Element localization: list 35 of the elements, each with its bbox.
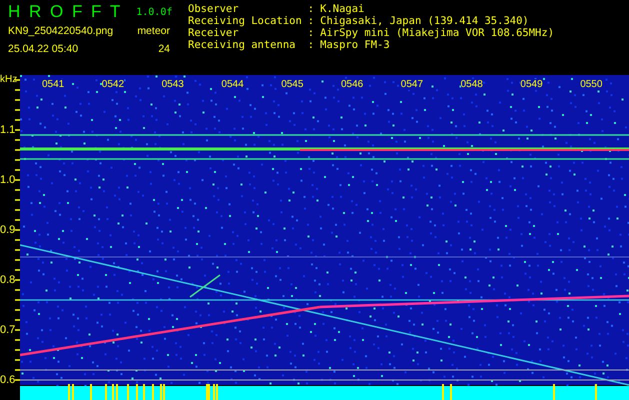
info-separator: : bbox=[308, 27, 314, 39]
info-label: Observer bbox=[188, 3, 240, 15]
datetime-label: 25.04.22 05:40 bbox=[8, 43, 80, 55]
time-label: 0546 bbox=[341, 79, 364, 90]
time-label: 0548 bbox=[460, 79, 483, 90]
y-axis-label: 1.1 bbox=[0, 124, 16, 136]
info-separator: : bbox=[308, 3, 314, 15]
time-label: 0550 bbox=[580, 79, 602, 90]
info-label: Receiving Location bbox=[188, 15, 302, 27]
filename-label: KN9_2504220540.png bbox=[8, 25, 114, 37]
time-label: 0543 bbox=[162, 79, 184, 90]
info-value: AirSpy mini (Miakejima VOR 108.65MHz) bbox=[320, 27, 554, 39]
y-axis-label: 0.6 bbox=[0, 374, 16, 386]
time-label: 0542 bbox=[102, 79, 124, 90]
time-label: 0547 bbox=[400, 79, 424, 90]
version-label: 1.0.0f bbox=[136, 6, 172, 18]
info-label: Receiver bbox=[188, 27, 240, 39]
info-value: Chigasaki, Japan (139.414 35.340) bbox=[320, 15, 530, 27]
y-axis-label: 0.7 bbox=[0, 324, 16, 336]
y-axis-label: 0.9 bbox=[0, 224, 16, 236]
info-value: Maspro FM-3 bbox=[320, 39, 391, 51]
info-separator: : bbox=[308, 15, 314, 27]
meteor-count: 24 bbox=[158, 43, 170, 55]
time-label: 0549 bbox=[520, 79, 543, 90]
y-axis-label: 1.0 bbox=[0, 174, 16, 186]
time-label: 0544 bbox=[221, 79, 244, 90]
time-label: 0545 bbox=[281, 79, 304, 90]
info-value: K.Nagai bbox=[320, 3, 366, 15]
meteor-label: meteor bbox=[137, 25, 170, 37]
info-label: Receiving antenna bbox=[188, 39, 296, 51]
axis-unit: kHz bbox=[0, 74, 18, 85]
info-separator: : bbox=[308, 39, 314, 51]
app-title: H R O F F T bbox=[8, 2, 122, 22]
time-label: 0541 bbox=[42, 79, 64, 90]
y-axis-label: 0.8 bbox=[0, 274, 16, 286]
